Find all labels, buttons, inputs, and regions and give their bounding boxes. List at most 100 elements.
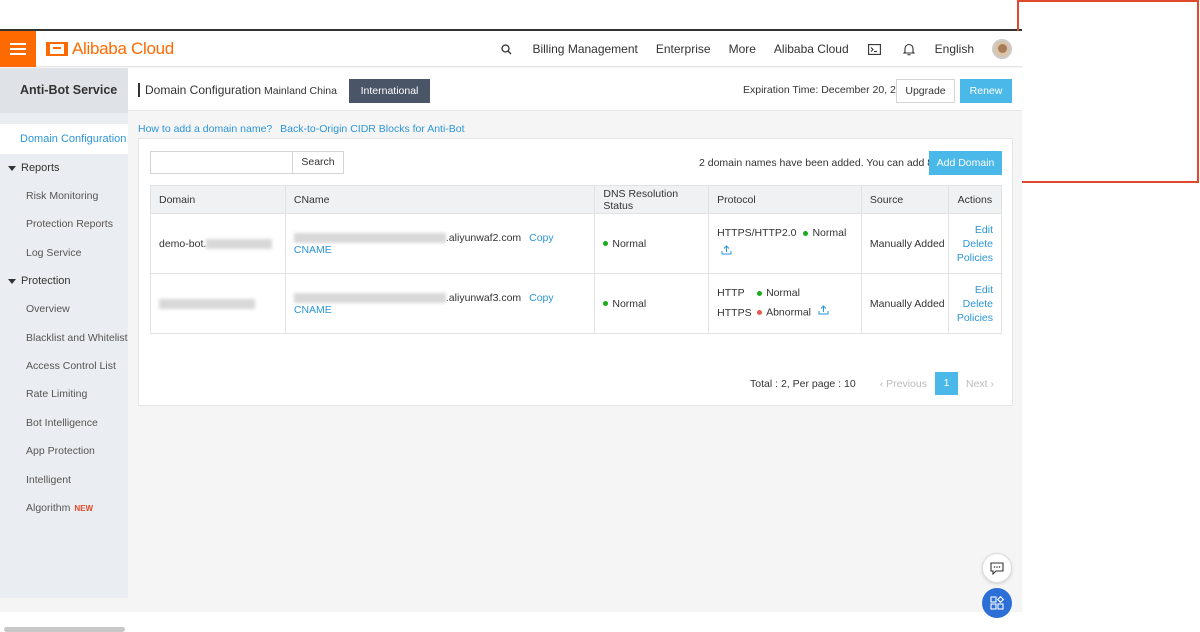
redacted-text: [206, 238, 273, 249]
pagination-previous-label: Previous: [886, 377, 927, 390]
table-row: demo-bot. .aliyunwaf2.com Copy CNAME Nor…: [150, 213, 1003, 274]
dns-status: Normal: [612, 237, 647, 250]
sidebar-item-risk-monitoring[interactable]: Risk Monitoring: [0, 182, 128, 210]
actions-cell: Edit Delete Policies: [947, 213, 1003, 274]
domain-count-text: 2 domain names have been added. You can …: [699, 157, 963, 169]
pagination-current-page[interactable]: 1: [934, 372, 958, 395]
top-header: Alibaba Cloud Billing Management Enterpr…: [0, 31, 1022, 67]
terminal-icon[interactable]: [867, 41, 883, 57]
source-cell: Manually Added: [860, 273, 949, 334]
sidebar-group-label: Reports: [21, 162, 60, 174]
how-to-add-domain-link[interactable]: How to add a domain name?: [138, 123, 272, 135]
nav-enterprise[interactable]: Enterprise: [656, 42, 711, 56]
nav-alibaba-cloud[interactable]: Alibaba Cloud: [774, 42, 849, 56]
status-dot-normal: [757, 291, 763, 297]
protocol-name: HTTP: [717, 287, 745, 300]
column-header-protocol: Protocol: [708, 185, 862, 214]
cname-suffix: .aliyunwaf3.com: [445, 291, 522, 304]
sidebar-item-bot-intelligence[interactable]: Bot Intelligence: [0, 409, 128, 437]
avatar[interactable]: [992, 39, 1012, 59]
bell-icon[interactable]: [901, 41, 917, 57]
sidebar-group-label: Protection: [21, 275, 71, 288]
chevron-right-icon: ›: [990, 377, 995, 390]
domain-table: Domain CName DNS Resolution Status Proto…: [150, 185, 1003, 334]
pagination-previous[interactable]: ‹ Previous: [880, 378, 927, 390]
upgrade-button[interactable]: Upgrade: [896, 79, 955, 103]
source-cell: Manually Added: [860, 213, 949, 274]
top-nav: Billing Management Enterprise More Aliba…: [480, 31, 1012, 67]
redacted-text: [293, 232, 446, 243]
domain-panel: Search 2 domain names have been added. Y…: [138, 138, 1013, 406]
column-header-source: Source: [860, 185, 949, 214]
highlight-box: [1017, 0, 1199, 183]
alibaba-cloud-logo[interactable]: Alibaba Cloud: [46, 39, 174, 59]
redacted-text: [159, 298, 255, 309]
sidebar-item-app-protection[interactable]: App Protection: [0, 437, 128, 465]
redacted-text: [293, 292, 446, 303]
cidr-blocks-link[interactable]: Back-to-Origin CIDR Blocks for Anti-Bot: [280, 123, 464, 135]
cname-suffix: .aliyunwaf2.com: [445, 231, 522, 244]
sidebar-item-protection-reports[interactable]: Protection Reports: [0, 210, 128, 238]
logo-mark-icon: [46, 42, 68, 56]
protocol-line: HTTPS Abnormal: [717, 303, 861, 322]
delete-link[interactable]: Delete: [957, 297, 993, 311]
help-links: How to add a domain name? Back-to-Origin…: [138, 123, 470, 135]
domain-cell: demo-bot.: [150, 213, 286, 274]
policies-link[interactable]: Policies: [957, 311, 993, 325]
sidebar-group-reports[interactable]: Reports: [0, 154, 128, 182]
cname-cell: .aliyunwaf3.com Copy CNAME: [284, 273, 596, 334]
horizontal-scrollbar[interactable]: [4, 627, 125, 632]
upload-certificate-icon[interactable]: [818, 303, 829, 322]
search-button[interactable]: Search: [292, 151, 344, 174]
sidebar-item-log-service[interactable]: Log Service: [0, 239, 128, 267]
add-domain-button[interactable]: Add Domain: [929, 151, 1002, 175]
caret-down-icon: [8, 278, 16, 284]
search-input[interactable]: [150, 151, 293, 174]
new-badge: NEW: [74, 503, 94, 513]
sidebar-item-domain-configuration[interactable]: Domain Configuration: [0, 124, 128, 154]
sidebar-item-blacklist-whitelist[interactable]: Blacklist and Whitelist: [0, 324, 128, 352]
chevron-left-icon: ‹: [879, 377, 884, 390]
actions-cell: Edit Delete Policies: [947, 273, 1003, 334]
policies-link[interactable]: Policies: [957, 251, 993, 265]
edit-link[interactable]: Edit: [957, 223, 993, 237]
edit-link[interactable]: Edit: [957, 283, 993, 297]
status-dot-normal: [603, 301, 609, 307]
pagination-next[interactable]: Next ›: [966, 378, 994, 390]
expiration-time: Expiration Time: December 20, 2019: [743, 84, 914, 96]
pagination-next-label: Next: [965, 377, 988, 390]
sidebar-item-intelligent-algorithm[interactable]: Intelligent Algorithm NEW: [0, 466, 128, 514]
sidebar-group-protection[interactable]: Protection: [0, 267, 128, 295]
dns-status: Normal: [612, 297, 647, 310]
logo-text: Alibaba Cloud: [72, 39, 174, 58]
tab-mainland-china[interactable]: Mainland China: [258, 79, 343, 103]
protocol-cell: HTTP Normal HTTPS Abnormal: [708, 273, 862, 334]
menu-icon[interactable]: [0, 31, 36, 67]
renew-button[interactable]: Renew: [960, 79, 1012, 103]
upload-certificate-icon[interactable]: [721, 243, 732, 262]
apps-icon[interactable]: [982, 588, 1012, 618]
nav-more[interactable]: More: [729, 42, 756, 56]
table-row: .aliyunwaf3.com Copy CNAME Normal HTTP N…: [150, 273, 1003, 334]
protocol-status: Normal: [766, 287, 800, 300]
column-header-actions: Actions: [947, 185, 1003, 214]
search-icon[interactable]: [498, 41, 514, 57]
dns-status-cell: Normal: [594, 273, 710, 334]
sidebar-item-rate-limiting[interactable]: Rate Limiting: [0, 380, 128, 408]
chat-icon[interactable]: [982, 553, 1012, 583]
sidebar-item-access-control-list[interactable]: Access Control List: [0, 352, 128, 380]
language-switch[interactable]: English: [935, 42, 974, 56]
column-header-cname: CName: [284, 185, 596, 214]
caret-down-icon: [8, 165, 16, 171]
sidebar-item-overview[interactable]: Overview: [0, 295, 128, 323]
delete-link[interactable]: Delete: [957, 237, 993, 251]
protocol-line: HTTP Normal: [717, 284, 861, 303]
column-header-domain: Domain: [150, 185, 286, 214]
pagination-total: Total : 2, Per page : 10: [750, 377, 856, 390]
protocol-name: HTTPS/HTTP2.0: [717, 227, 797, 240]
tab-international[interactable]: International: [349, 79, 430, 103]
nav-billing-management[interactable]: Billing Management: [532, 42, 637, 56]
protocol-status: Normal: [812, 227, 847, 240]
status-dot-normal: [803, 231, 809, 237]
sidebar: Anti-Bot Service Domain Configuration Re…: [0, 68, 128, 632]
